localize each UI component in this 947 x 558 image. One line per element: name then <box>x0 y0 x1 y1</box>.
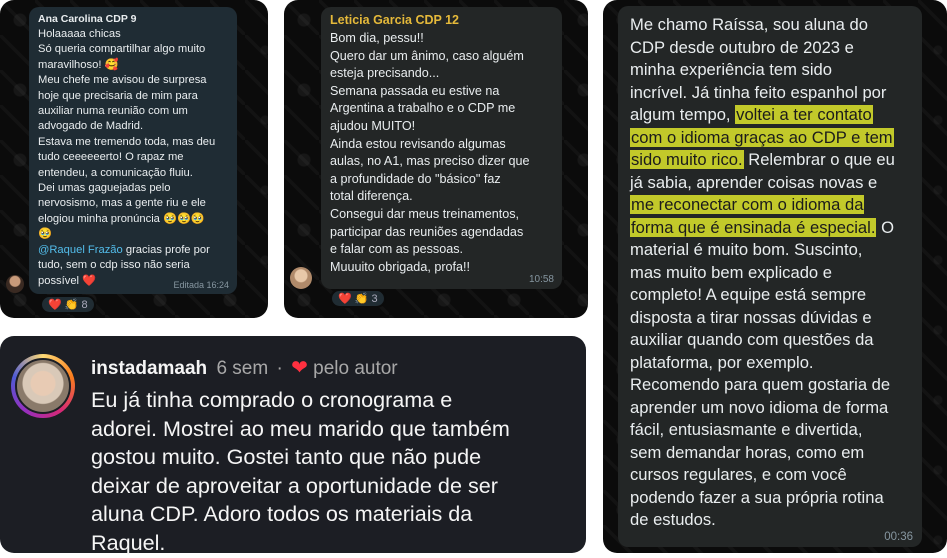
mention-suffix: gracias profe por <box>122 243 210 256</box>
message-line: Ainda estou revisando algumas <box>330 136 506 151</box>
message-line: Muuuito obrigada, profa!! <box>330 259 471 274</box>
message-line: advogado de Madrid. <box>38 120 144 133</box>
sender-name[interactable]: Ana Carolina CDP 9 <box>38 13 237 25</box>
message-line: Meu chefe me avisou de surpresa <box>38 74 207 87</box>
text-segment: O material é muito bom. Suscinto, mas mu… <box>630 217 894 530</box>
message-line: Argentina a trabalho e o CDP me <box>330 101 516 116</box>
separator: · <box>276 358 283 379</box>
message-line: Semana passada eu estive na <box>330 83 500 98</box>
message-line: Bom dia, pessu!! <box>330 31 424 45</box>
avatar[interactable] <box>15 358 71 414</box>
highlighted-text: com o idioma graças ao CDP e tem <box>630 127 894 147</box>
mention-line: @Raquel Frazão gracias profe por <box>38 243 237 258</box>
message-line: Só queria compartilhar algo muito <box>38 43 206 56</box>
avatar-story-ring[interactable] <box>11 354 75 418</box>
message-line: Holaaaaa chicas <box>38 28 121 40</box>
comment-age: 6 sem <box>216 358 269 379</box>
message-line: auxiliar numa reunião com um <box>38 105 188 118</box>
message-line: hoje que precisaria de mim para <box>38 89 198 102</box>
message-text: Bom dia, pessu!! Quero dar um ânimo, caso… <box>330 30 562 276</box>
chat-screenshot-1: Ana Carolina CDP 9 Holaaaaa chicas Só que… <box>0 0 268 318</box>
sender-avatar[interactable] <box>290 267 312 289</box>
message-bubble[interactable]: Leticia Garcia CDP 12 Bom dia, pessu!! Qu… <box>321 7 562 289</box>
comment-text: Eu já tinha comprado o cronograma e ador… <box>91 387 510 555</box>
message-line: nervosismo, mas a gente riu e ele <box>38 197 206 210</box>
message-line: total diferença. <box>330 189 413 204</box>
message-line: entendeu, a comunicação fluiu. <box>38 166 193 179</box>
message-line: participar das reuniões agendadas <box>330 224 524 239</box>
highlighted-text: voltei a ter contato <box>735 105 873 124</box>
highlighted-text: sido muito rico. <box>630 150 744 169</box>
message-line: tudo, sem o cdp isso não seria <box>38 259 190 272</box>
message-line: ajudou MUITO! <box>330 118 416 133</box>
message-line: Dei umas gaguejadas pelo <box>38 182 171 195</box>
comment-header: instadamaah 6 sem · ❤ pelo autor <box>91 355 398 380</box>
message-text: Holaaaaa chicas Só queria compartilhar al… <box>38 27 237 243</box>
message-line: tudo ceeeeeerto! O rapaz me <box>38 151 184 164</box>
highlighted-text: me reconectar com o idioma da <box>630 195 865 214</box>
message-line: elogiou minha pronúncia 🥹🥹🥹 <box>38 212 205 225</box>
highlighted-text: forma que é ensinada é especial. <box>630 217 877 237</box>
message-line: aulas, no A1, mas preciso dizer que <box>330 154 530 169</box>
message-line: Quero dar um ânimo, caso alguém <box>330 48 524 63</box>
mention-link[interactable]: @Raquel Frazão <box>38 244 123 256</box>
reactions-badge[interactable]: ❤️ 👏 8 <box>40 295 96 314</box>
message-line: a profundidade do "básico" faz <box>330 171 501 186</box>
message-line: Consegui dar meus treinamentos, <box>330 206 520 221</box>
message-line: esteja precisando... <box>330 66 440 81</box>
liked-by-author-label: pelo autor <box>313 358 398 379</box>
sender-avatar[interactable] <box>6 275 24 293</box>
message-bubble[interactable]: Me chamo Raíssa, sou aluna do CDP desde … <box>618 6 922 547</box>
message-bubble[interactable]: Ana Carolina CDP 9 Holaaaaa chicas Só que… <box>29 7 237 294</box>
chat-screenshot-3: Me chamo Raíssa, sou aluna do CDP desde … <box>603 0 947 553</box>
sender-name[interactable]: Leticia Garcia CDP 12 <box>330 13 562 27</box>
username[interactable]: instadamaah <box>91 358 207 379</box>
reactions-badge[interactable]: ❤️ 👏 3 <box>330 289 386 308</box>
message-line: Estava me tremendo toda, mas deu <box>38 135 216 148</box>
heart-icon: ❤ <box>291 357 308 379</box>
message-text: Me chamo Raíssa, sou aluna do CDP desde … <box>630 14 922 532</box>
edited-timestamp: Editada 16:24 <box>173 280 229 290</box>
timestamp: 00:36 <box>884 531 913 543</box>
message-line: e falar com as pessoas. <box>330 242 463 257</box>
message-line: maravilhoso! 🥰 <box>38 58 119 71</box>
message-line: 🥹 <box>38 228 52 241</box>
chat-screenshot-2: Leticia Garcia CDP 12 Bom dia, pessu!! Qu… <box>284 0 588 318</box>
instagram-comment-card: instadamaah 6 sem · ❤ pelo autor Eu já t… <box>0 336 586 555</box>
timestamp: 10:58 <box>528 274 554 285</box>
